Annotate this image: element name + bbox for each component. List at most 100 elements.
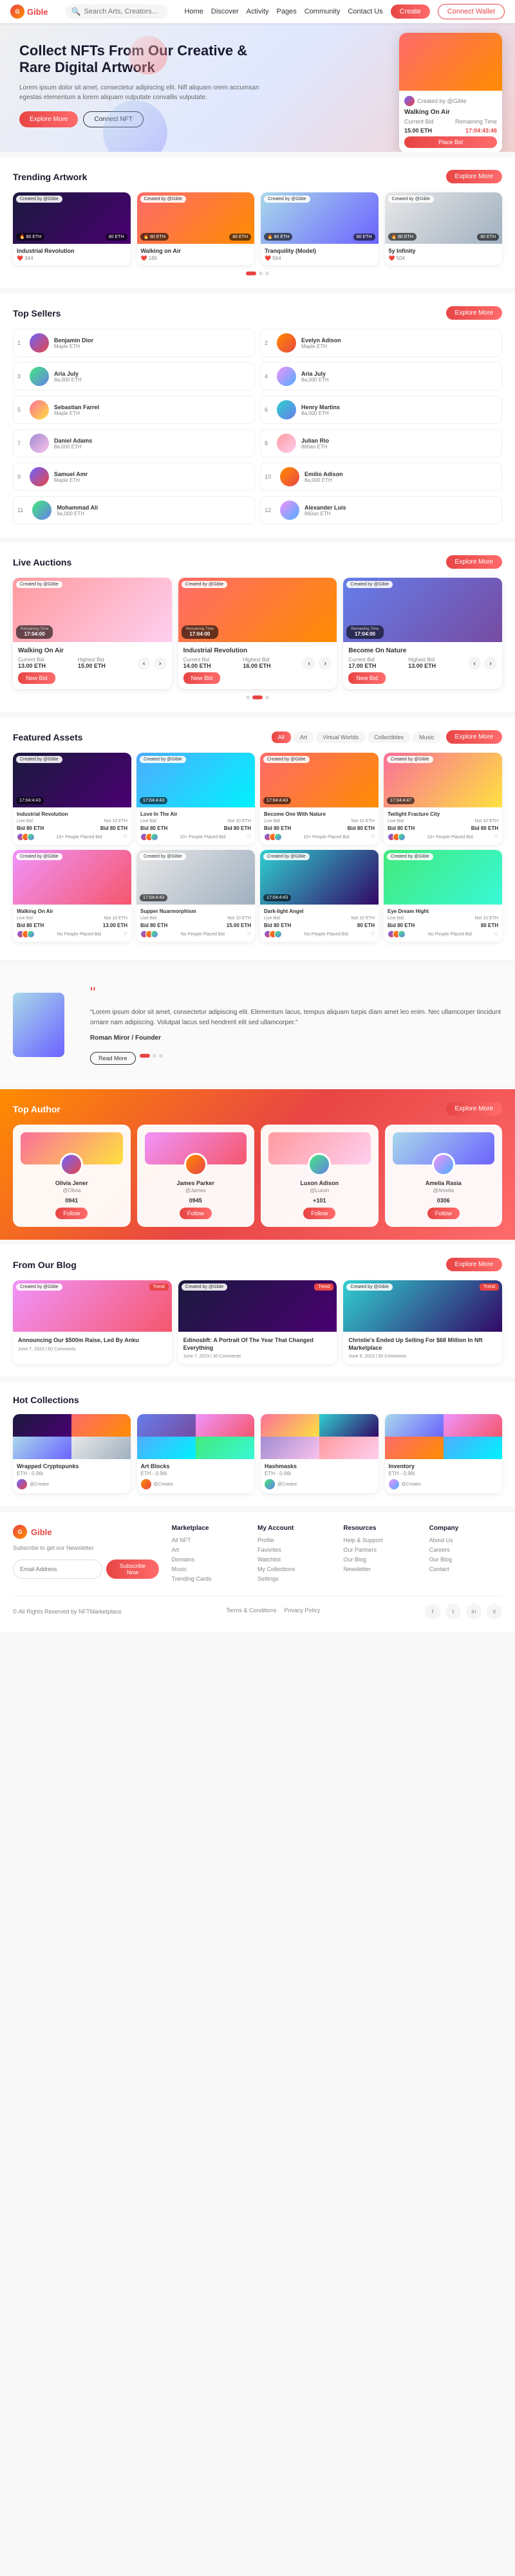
- featured-like-icon-6[interactable]: ♡: [371, 932, 375, 937]
- follow-button-2[interactable]: Follow: [303, 1208, 335, 1219]
- filter-tab-0[interactable]: All: [272, 731, 291, 743]
- footer-account-link-0[interactable]: Profile: [258, 1537, 330, 1543]
- featured-explore-button[interactable]: Explore More: [446, 730, 502, 744]
- hero-card-remaining-label: Remaining Time: [455, 118, 497, 125]
- trending-dot-3[interactable]: [265, 271, 269, 275]
- place-bid-button[interactable]: Place Bid: [404, 136, 497, 148]
- auction-bid-col-2: Current Bid 17.00 ETH: [348, 657, 376, 670]
- author-avatar-0: [60, 1153, 83, 1176]
- footer-company-link-3[interactable]: Contact: [429, 1566, 502, 1572]
- trending-explore-button[interactable]: Explore More: [446, 170, 502, 183]
- blog-grid: Created by @Gible Trend Announcing Our $…: [13, 1280, 502, 1364]
- footer-company-link-2[interactable]: Our Blog: [429, 1556, 502, 1563]
- footer-marketplace-link-2[interactable]: Domains: [172, 1556, 245, 1563]
- auction-dot-2[interactable]: [252, 695, 263, 699]
- featured-like-icon-5[interactable]: ♡: [247, 932, 251, 937]
- featured-bid-val-2: Bid 80 ETH: [264, 825, 291, 831]
- testimonial-dot-3[interactable]: [159, 1054, 163, 1058]
- footer-account-link-4[interactable]: Settings: [258, 1576, 330, 1582]
- artwork-stats-2: ❤️ 564: [265, 255, 375, 261]
- privacy-link[interactable]: Privacy Policy: [284, 1607, 320, 1614]
- follow-button-3[interactable]: Follow: [427, 1208, 460, 1219]
- featured-like-icon-4[interactable]: ♡: [124, 932, 127, 937]
- create-button[interactable]: Create: [391, 5, 430, 19]
- featured-like-icon-1[interactable]: ♡: [247, 834, 251, 840]
- follow-button-0[interactable]: Follow: [55, 1208, 88, 1219]
- author-name-1: James Parker: [145, 1180, 247, 1186]
- footer-company-link-0[interactable]: About Us: [429, 1537, 502, 1543]
- sellers-title: Top Sellers: [13, 308, 61, 318]
- new-bid-button-1[interactable]: New Bid: [183, 672, 221, 684]
- footer-marketplace-link-4[interactable]: Trending Cards: [172, 1576, 245, 1582]
- seller-item-3: 4 Aria July 8a,000 ETH: [260, 362, 502, 391]
- featured-prices-6: Live Bid Not 10 ETH: [264, 916, 375, 921]
- author-stats-0: 0941: [21, 1197, 123, 1204]
- terms-link[interactable]: Terms & Conditions: [226, 1607, 276, 1614]
- follow-button-1[interactable]: Follow: [180, 1208, 212, 1219]
- footer-resources-link-3[interactable]: Newsletter: [343, 1566, 416, 1572]
- new-bid-button-0[interactable]: New Bid: [18, 672, 55, 684]
- filter-tab-2[interactable]: Virtual Worlds: [316, 731, 365, 743]
- auction-prev-btn-1[interactable]: ‹: [303, 657, 315, 670]
- footer-resources-link-0[interactable]: Help & Support: [343, 1537, 416, 1543]
- blog-explore-button[interactable]: Explore More: [446, 1258, 502, 1271]
- featured-prices-4: Live Bid Not 10 ETH: [17, 916, 127, 921]
- footer-marketplace-link-0[interactable]: All NFT: [172, 1537, 245, 1543]
- auctions-explore-button[interactable]: Explore More: [446, 555, 502, 569]
- auction-next-btn-0[interactable]: ›: [154, 657, 167, 670]
- auction-highest-col-1: Highest Bid 16.00 ETH: [243, 657, 270, 670]
- featured-card-4: Created by @Gible Walking On Air Live Bi…: [13, 850, 131, 942]
- connect-wallet-button[interactable]: Connect Wallet: [438, 4, 505, 19]
- facebook-icon[interactable]: f: [425, 1604, 440, 1619]
- footer-company-link-1[interactable]: Careers: [429, 1547, 502, 1553]
- footer-marketplace-link-1[interactable]: Art: [172, 1547, 245, 1553]
- trending-dot-2[interactable]: [259, 271, 263, 275]
- footer-account-title: My Account: [258, 1525, 330, 1532]
- seller-name-3: Aria July: [301, 371, 498, 377]
- auction-prev-btn-2[interactable]: ‹: [468, 657, 481, 670]
- auction-next-btn-2[interactable]: ›: [484, 657, 497, 670]
- footer-email-input[interactable]: [13, 1559, 102, 1579]
- footer-account-link-3[interactable]: My Collections: [258, 1566, 330, 1572]
- subscribe-button[interactable]: Subscribe Now: [106, 1559, 159, 1579]
- auction-dot-1[interactable]: [246, 695, 250, 699]
- sellers-explore-button[interactable]: Explore More: [446, 306, 502, 320]
- nav-activity[interactable]: Activity: [247, 8, 269, 15]
- testimonial-dot-1[interactable]: [140, 1054, 150, 1058]
- nav-discover[interactable]: Discover: [211, 8, 239, 15]
- nav-contact[interactable]: Contact Us: [348, 8, 382, 15]
- auction-prev-btn-0[interactable]: ‹: [138, 657, 151, 670]
- trending-dot-1[interactable]: [246, 271, 256, 275]
- read-more-button[interactable]: Read More: [90, 1052, 136, 1065]
- testimonial-dot-2[interactable]: [153, 1054, 156, 1058]
- search-bar[interactable]: 🔍: [65, 5, 168, 19]
- footer-resources-link-2[interactable]: Our Blog: [343, 1556, 416, 1563]
- filter-tab-1[interactable]: Art: [294, 731, 314, 743]
- blog-info-2: Christie's Ended Up Selling For $68 Mill…: [343, 1332, 502, 1364]
- filter-tab-3[interactable]: Collectibles: [368, 731, 410, 743]
- hero-explore-button[interactable]: Explore More: [19, 111, 78, 127]
- featured-like-icon-3[interactable]: ♡: [494, 834, 498, 840]
- footer-account-link-2[interactable]: Watchlist: [258, 1556, 330, 1563]
- search-input[interactable]: [84, 8, 162, 15]
- filter-tab-4[interactable]: Music: [413, 731, 441, 743]
- nav-home[interactable]: Home: [185, 8, 203, 15]
- auction-arrows-2: ‹ ›: [468, 657, 497, 670]
- nav-community[interactable]: Community: [304, 8, 341, 15]
- nav-pages[interactable]: Pages: [277, 8, 297, 15]
- footer-resources-link-1[interactable]: Our Partners: [343, 1547, 416, 1553]
- twitter-icon[interactable]: t: [445, 1604, 461, 1619]
- testimonial-section: " “Lorem ipsum dolor sit amet, consectet…: [0, 965, 515, 1084]
- new-bid-button-2[interactable]: New Bid: [348, 672, 386, 684]
- featured-like-icon-0[interactable]: ♡: [124, 834, 127, 840]
- top-author-explore-button[interactable]: Explore More: [446, 1102, 502, 1116]
- footer-marketplace-link-3[interactable]: Music: [172, 1566, 245, 1572]
- linkedin-icon[interactable]: li: [487, 1604, 502, 1619]
- auction-dot-3[interactable]: [265, 695, 269, 699]
- featured-like-icon-7[interactable]: ♡: [494, 932, 498, 937]
- featured-like-icon-2[interactable]: ♡: [371, 834, 375, 840]
- footer-account-link-1[interactable]: Favorites: [258, 1547, 330, 1553]
- artwork-badge-left-1: 🔥 80 ETH: [140, 233, 169, 241]
- auction-next-btn-1[interactable]: ›: [319, 657, 332, 670]
- instagram-icon[interactable]: in: [466, 1604, 482, 1619]
